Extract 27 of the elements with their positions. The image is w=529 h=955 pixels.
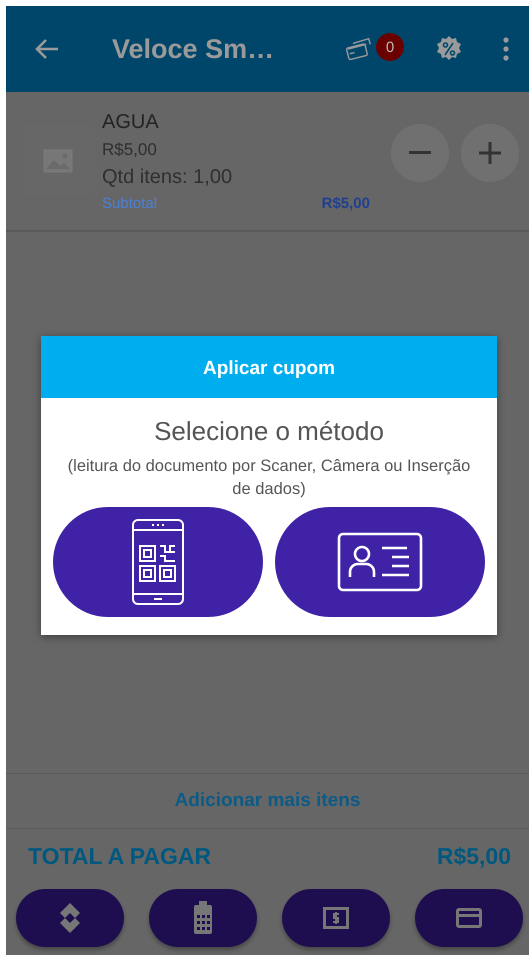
cart-count-badge: 0 <box>376 33 404 61</box>
item-price: R$5,00 <box>102 140 158 160</box>
plus-icon <box>479 142 501 164</box>
dialog-description: (leitura do documento por Scaner, Câmera ou Inserção de dados) <box>66 456 472 500</box>
cash-button[interactable] <box>282 889 390 947</box>
credit-card-icon <box>456 908 482 928</box>
card-machine-icon <box>193 901 213 935</box>
app-title: Veloce Sm… <box>112 34 276 64</box>
item-quantity: Qtd itens: 1,00 <box>102 166 234 188</box>
banknote-icon <box>323 907 349 929</box>
back-arrow-icon[interactable] <box>34 38 60 60</box>
total-label: TOTAL A PAGAR <box>28 843 212 871</box>
add-more-items-link[interactable]: Adicionar mais itens <box>6 773 529 829</box>
dialog-heading: Selecione o método <box>154 416 384 447</box>
discount-badge-icon[interactable] <box>435 35 463 63</box>
subtotal-value: R$5,00 <box>322 194 370 212</box>
pix-button[interactable] <box>16 889 124 947</box>
id-card-icon <box>337 532 423 592</box>
card-machine-button[interactable] <box>149 889 257 947</box>
card-button[interactable] <box>415 889 523 947</box>
minus-icon <box>409 151 431 155</box>
phone-qr-code-icon <box>131 518 185 606</box>
subtotal-label: Subtotal <box>102 194 158 212</box>
more-options-icon[interactable] <box>503 37 509 61</box>
item-name: AGUA <box>102 110 160 134</box>
dialog-title: Aplicar cupom <box>203 358 335 380</box>
total-value: R$5,00 <box>436 843 511 871</box>
